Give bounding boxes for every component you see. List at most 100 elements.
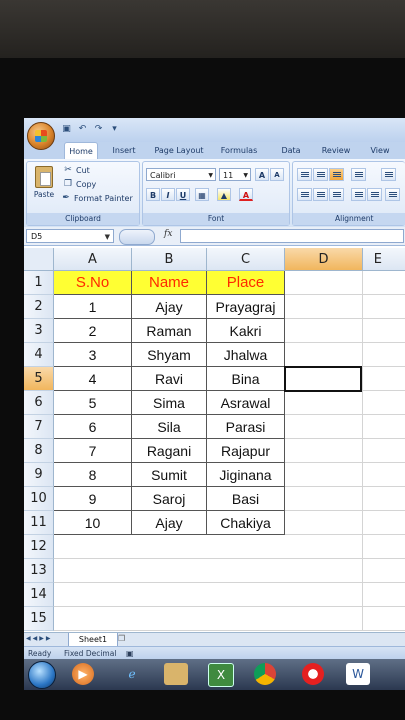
row-header-3[interactable]: 3 xyxy=(24,319,54,343)
italic-button[interactable]: I xyxy=(161,188,175,201)
bold-button[interactable]: B xyxy=(146,188,160,201)
cell-b11[interactable]: Ajay xyxy=(132,511,207,535)
cell-b5[interactable]: Ravi xyxy=(132,367,207,391)
column-d-cells[interactable] xyxy=(285,271,363,631)
tab-home[interactable]: Home xyxy=(64,142,98,160)
row-header-4[interactable]: 4 xyxy=(24,343,54,367)
align-right-button[interactable] xyxy=(329,188,344,201)
align-center-button[interactable] xyxy=(313,188,328,201)
row-header-12[interactable]: 12 xyxy=(24,535,54,559)
save-icon[interactable]: ▣ xyxy=(60,123,73,136)
cell-a11[interactable]: 10 xyxy=(54,511,132,535)
cut-button[interactable]: ✂ Cut xyxy=(63,165,90,175)
font-name-select[interactable]: Calibri ▼ xyxy=(146,168,216,181)
shrink-font-button[interactable]: A xyxy=(270,168,284,181)
cell-c4[interactable]: Jhalwa xyxy=(207,343,285,367)
redo-icon[interactable]: ↷ xyxy=(92,123,105,136)
cell-a1[interactable]: S.No xyxy=(54,271,132,295)
increase-indent-button[interactable] xyxy=(367,188,382,201)
paste-button[interactable]: Paste xyxy=(31,166,57,206)
tab-insert[interactable]: Insert xyxy=(98,142,150,159)
sheet-tab-sheet1[interactable]: Sheet1 xyxy=(68,633,118,647)
cell-a7[interactable]: 6 xyxy=(54,415,132,439)
cell-c8[interactable]: Rajapur xyxy=(207,439,285,463)
cell-b6[interactable]: Sima xyxy=(132,391,207,415)
orientation-button[interactable] xyxy=(351,168,366,181)
row-header-9[interactable]: 9 xyxy=(24,463,54,487)
underline-button[interactable]: U xyxy=(176,188,190,201)
select-all-corner[interactable] xyxy=(24,248,54,271)
grow-font-button[interactable]: A xyxy=(255,168,269,181)
cell-c3[interactable]: Kakri xyxy=(207,319,285,343)
align-left-button[interactable] xyxy=(297,188,312,201)
row-header-10[interactable]: 10 xyxy=(24,487,54,511)
font-color-button[interactable]: A xyxy=(239,188,253,201)
word-taskbar-icon[interactable]: W xyxy=(346,663,370,685)
fill-color-button[interactable]: ▲ xyxy=(217,188,231,201)
decrease-indent-button[interactable] xyxy=(351,188,366,201)
internet-explorer-icon[interactable]: ℯ xyxy=(120,663,144,685)
excel-taskbar-icon[interactable]: X xyxy=(208,663,234,687)
tab-review[interactable]: Review xyxy=(312,142,360,159)
empty-rows-area[interactable] xyxy=(54,535,285,631)
insert-sheet-icon[interactable]: ❐ xyxy=(118,634,130,644)
row-header-6[interactable]: 6 xyxy=(24,391,54,415)
office-button[interactable] xyxy=(27,122,55,150)
cell-a6[interactable]: 5 xyxy=(54,391,132,415)
tab-view[interactable]: View xyxy=(360,142,400,159)
name-box[interactable]: D5 ▼ xyxy=(26,229,114,243)
cell-b10[interactable]: Saroj xyxy=(132,487,207,511)
column-header-d[interactable]: D xyxy=(285,248,363,271)
active-cell-d5[interactable] xyxy=(284,366,362,392)
tab-data[interactable]: Data xyxy=(270,142,312,159)
cell-a4[interactable]: 3 xyxy=(54,343,132,367)
cell-a9[interactable]: 8 xyxy=(54,463,132,487)
formula-input[interactable] xyxy=(180,229,404,243)
cell-c10[interactable]: Basi xyxy=(207,487,285,511)
qat-dropdown-icon[interactable]: ▾ xyxy=(108,123,121,136)
cell-a8[interactable]: 7 xyxy=(54,439,132,463)
sheet-nav-arrows-icon[interactable]: ◀◀▶▶ xyxy=(26,635,52,642)
column-header-e[interactable]: E xyxy=(363,248,405,271)
row-header-14[interactable]: 14 xyxy=(24,583,54,607)
row-header-8[interactable]: 8 xyxy=(24,439,54,463)
row-header-11[interactable]: 11 xyxy=(24,511,54,535)
media-player-icon[interactable]: ▶ xyxy=(72,663,94,685)
cell-c1[interactable]: Place xyxy=(207,271,285,295)
cell-b8[interactable]: Ragani xyxy=(132,439,207,463)
font-size-select[interactable]: 11 ▼ xyxy=(219,168,251,181)
row-header-5[interactable]: 5 xyxy=(24,367,54,391)
row-header-2[interactable]: 2 xyxy=(24,295,54,319)
cell-b1[interactable]: Name xyxy=(132,271,207,295)
cell-a2[interactable]: 1 xyxy=(54,295,132,319)
chrome-icon[interactable] xyxy=(254,663,276,685)
borders-button[interactable]: ▦ xyxy=(195,188,209,201)
cell-a3[interactable]: 2 xyxy=(54,319,132,343)
align-middle-button[interactable] xyxy=(313,168,328,181)
start-button[interactable] xyxy=(28,661,56,689)
cell-c6[interactable]: Asrawal xyxy=(207,391,285,415)
cell-b3[interactable]: Raman xyxy=(132,319,207,343)
column-header-a[interactable]: A xyxy=(54,248,132,271)
copy-button[interactable]: ❐ Copy xyxy=(63,179,96,189)
undo-icon[interactable]: ↶ xyxy=(76,123,89,136)
cell-a10[interactable]: 9 xyxy=(54,487,132,511)
column-e-cells[interactable] xyxy=(363,271,405,631)
cell-b2[interactable]: Ajay xyxy=(132,295,207,319)
insert-function-button[interactable]: fx xyxy=(164,229,172,239)
cell-c9[interactable]: Jiginana xyxy=(207,463,285,487)
format-painter-button[interactable]: ✒ Format Painter xyxy=(61,193,133,203)
cell-b7[interactable]: Sila xyxy=(132,415,207,439)
align-top-button[interactable] xyxy=(297,168,312,181)
row-header-15[interactable]: 15 xyxy=(24,607,54,631)
cell-b4[interactable]: Shyam xyxy=(132,343,207,367)
cell-c7[interactable]: Parasi xyxy=(207,415,285,439)
cell-c2[interactable]: Prayagraj xyxy=(207,295,285,319)
wrap-text-button[interactable] xyxy=(381,168,396,181)
row-header-1[interactable]: 1 xyxy=(24,271,54,295)
row-header-13[interactable]: 13 xyxy=(24,559,54,583)
cell-c5[interactable]: Bina xyxy=(207,367,285,391)
folder-icon[interactable] xyxy=(164,663,188,685)
row-header-7[interactable]: 7 xyxy=(24,415,54,439)
tab-page-layout[interactable]: Page Layout xyxy=(150,142,208,159)
